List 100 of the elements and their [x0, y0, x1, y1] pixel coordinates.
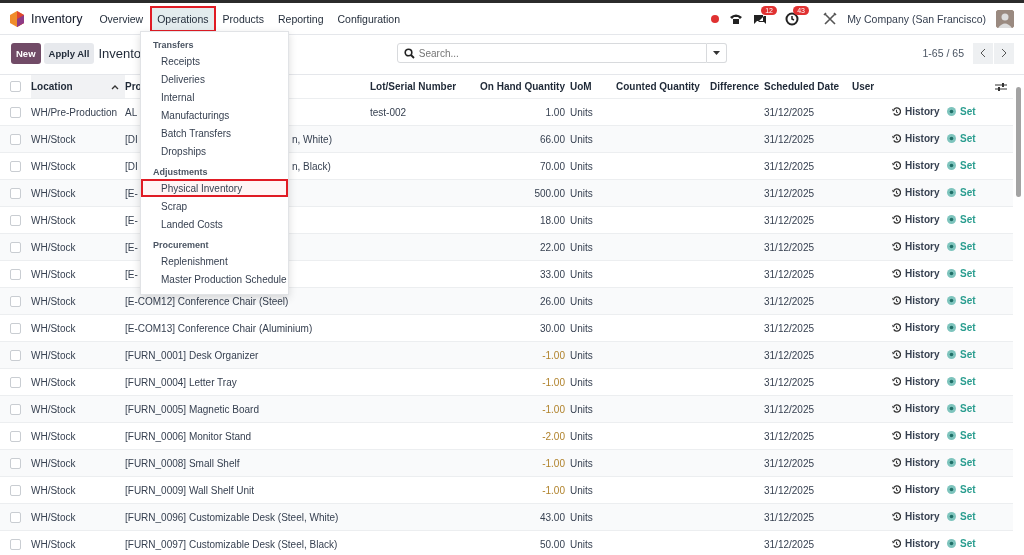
history-button[interactable]: History — [892, 430, 940, 441]
table-cell-text: Units — [570, 430, 594, 442]
row-checkbox[interactable] — [10, 214, 21, 226]
new-button[interactable]: New — [11, 42, 41, 64]
history-button[interactable]: History — [892, 457, 940, 468]
menu-item[interactable]: Receipts — [141, 52, 288, 70]
pager-value[interactable]: 1-65 / 65 — [922, 47, 964, 59]
history-button[interactable]: History — [892, 376, 940, 387]
row-checkbox[interactable] — [10, 403, 21, 415]
radio-dot-icon — [947, 323, 956, 332]
history-icon — [892, 215, 901, 224]
menu-item[interactable]: Replenishment — [141, 252, 288, 270]
table-cell: -1.00 — [542, 403, 565, 415]
column-header[interactable]: UoM — [570, 81, 592, 92]
app-logo-icon[interactable] — [10, 10, 24, 27]
history-button[interactable]: History — [892, 538, 940, 549]
table-cell-text: 31/12/2025 — [764, 106, 816, 118]
menu-item[interactable]: Master Production Schedule — [141, 270, 288, 288]
row-checkbox[interactable] — [10, 349, 21, 361]
user-avatar-icon[interactable] — [996, 9, 1014, 28]
menu-item[interactable]: Physical Inventory — [141, 179, 288, 197]
table-cell-text: 31/12/2025 — [764, 160, 816, 172]
table-cell: 1.00 — [545, 106, 565, 118]
search-options-toggle[interactable] — [706, 43, 727, 63]
next-page-button[interactable] — [994, 42, 1014, 64]
table-cell-text: 31/12/2025 — [764, 241, 816, 253]
column-header[interactable]: Difference — [710, 81, 759, 92]
history-icon — [892, 404, 901, 413]
column-header[interactable]: User — [852, 81, 875, 92]
row-checkbox[interactable] — [10, 376, 21, 388]
menu-item[interactable]: Manufacturings — [141, 106, 288, 124]
menu-item[interactable]: Batch Transfers — [141, 124, 288, 142]
column-header[interactable]: Lot/Serial Number — [370, 81, 457, 92]
nav-menu-item[interactable]: Configuration — [330, 5, 407, 32]
history-button[interactable]: History — [892, 295, 940, 306]
row-checkbox[interactable] — [10, 457, 21, 469]
company-switcher[interactable]: My Company (San Francisco) — [847, 12, 986, 25]
table-cell-text: Units — [570, 322, 594, 334]
row-checkbox[interactable] — [10, 268, 21, 280]
row-checkbox[interactable] — [10, 160, 21, 172]
menu-item[interactable]: Deliveries — [141, 70, 288, 88]
table-cell: 30.00 — [539, 322, 565, 334]
select-all-checkbox[interactable] — [10, 81, 21, 92]
search-field[interactable]: Search... — [396, 43, 707, 63]
history-icon — [892, 539, 901, 548]
row-checkbox[interactable] — [10, 511, 21, 523]
table-cell-text: WH/Stock — [31, 241, 77, 253]
optional-columns-icon[interactable] — [995, 81, 1007, 92]
radio-dot-icon — [947, 431, 956, 440]
table-cell-text: 31/12/2025 — [764, 430, 816, 442]
table-cell: 43.00 — [539, 511, 565, 523]
menu-item[interactable]: Scrap — [141, 197, 288, 215]
row-checkbox[interactable] — [10, 187, 21, 199]
table-cell-text: Units — [570, 133, 594, 145]
history-button[interactable]: History — [892, 106, 940, 117]
menu-item[interactable]: Internal — [141, 88, 288, 106]
table-cell-text: WH/Stock — [31, 538, 77, 550]
table-cell-text: WH/Stock — [31, 403, 77, 415]
previous-page-button[interactable] — [973, 42, 993, 64]
column-header[interactable]: Counted Quantity — [616, 81, 700, 92]
apply-all-button[interactable]: Apply All — [43, 42, 95, 64]
radio-dot-icon — [947, 188, 956, 197]
nav-menu-item[interactable]: Products — [215, 5, 271, 32]
row-checkbox[interactable] — [10, 241, 21, 253]
column-header[interactable]: On Hand Quantity — [480, 81, 565, 92]
history-button[interactable]: History — [892, 160, 940, 171]
history-button[interactable]: History — [892, 322, 940, 333]
menu-item[interactable]: Dropships — [141, 142, 288, 160]
history-icon — [892, 296, 901, 305]
table-cell: [FURN_0005] Magnetic Board — [125, 403, 259, 415]
menu-item[interactable]: Landed Costs — [141, 215, 288, 233]
nav-menu-item[interactable]: Reporting — [271, 5, 331, 32]
table-cell: [FURN_0008] Small Shelf — [125, 457, 240, 469]
history-button[interactable]: History — [892, 349, 940, 360]
history-button[interactable]: History — [892, 268, 940, 279]
history-button[interactable]: History — [892, 403, 940, 414]
nav-menu-item[interactable]: Overview — [92, 5, 151, 32]
row-checkbox[interactable] — [10, 133, 21, 145]
chevron-right-icon — [1001, 48, 1007, 58]
row-checkbox[interactable] — [10, 106, 21, 118]
table-cell: [FURN_0097] Customizable Desk (Steel, Black) — [125, 538, 338, 550]
row-checkbox[interactable] — [10, 430, 21, 442]
table-cell-text: 31/12/2025 — [764, 511, 816, 523]
row-checkbox[interactable] — [10, 295, 21, 307]
row-checkbox[interactable] — [10, 484, 21, 496]
app-name[interactable]: Inventory — [31, 11, 83, 26]
chevron-left-icon — [980, 48, 986, 58]
history-button[interactable]: History — [892, 214, 940, 225]
row-checkbox[interactable] — [10, 322, 21, 334]
table-cell-text: WH/Stock — [31, 295, 77, 307]
history-button[interactable]: History — [892, 187, 940, 198]
nav-menu-item[interactable]: Operations — [150, 5, 216, 32]
history-button[interactable]: History — [892, 511, 940, 522]
history-button[interactable]: History — [892, 484, 940, 495]
clock-icon[interactable] — [785, 11, 800, 26]
column-header[interactable]: Scheduled Date — [764, 81, 840, 92]
status-dot-icon[interactable] — [711, 14, 720, 23]
history-button[interactable]: History — [892, 241, 940, 252]
history-button[interactable]: History — [892, 133, 940, 144]
row-checkbox[interactable] — [10, 538, 21, 550]
